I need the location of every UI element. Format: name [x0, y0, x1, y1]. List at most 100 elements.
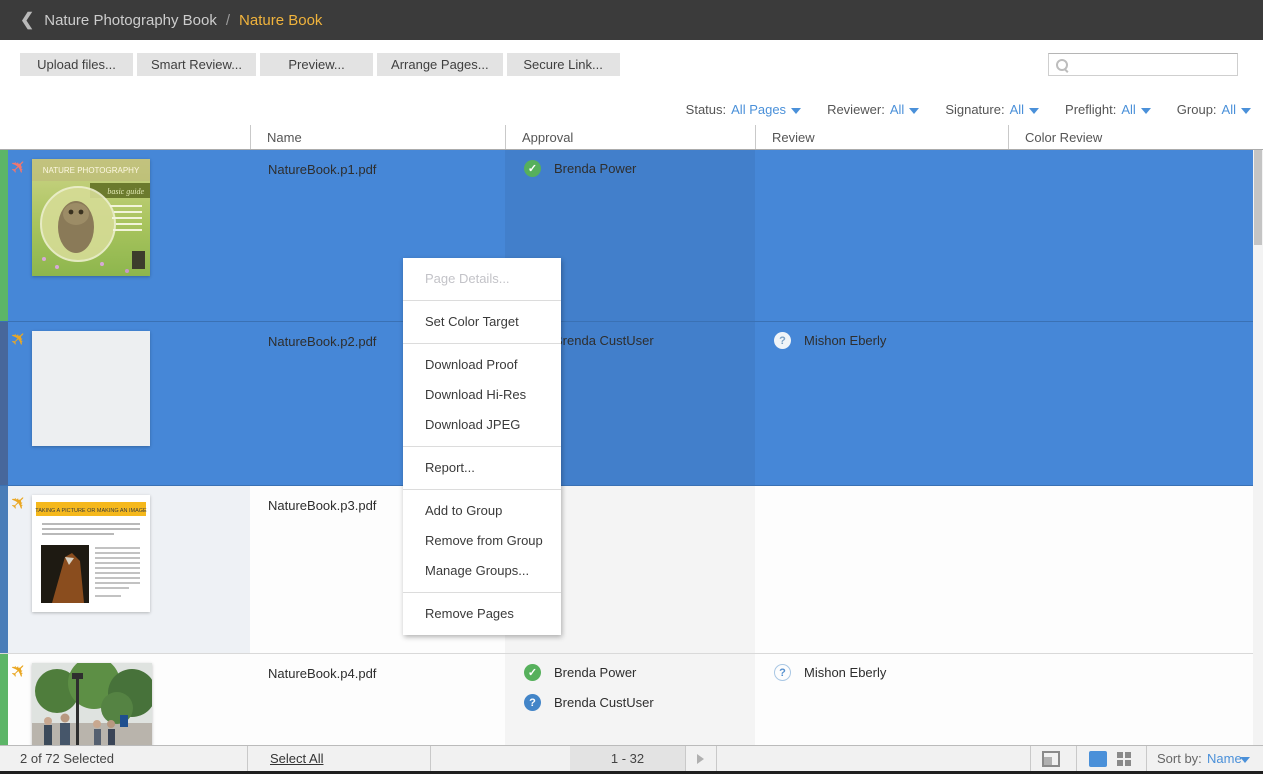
selection-count: 2 of 72 Selected	[20, 751, 114, 766]
footer-divider	[247, 746, 248, 771]
svg-text:TAKING A PICTURE OR MAKING AN: TAKING A PICTURE OR MAKING AN IMAGE	[35, 508, 147, 514]
vertical-scrollbar[interactable]	[1253, 150, 1263, 745]
filter-bar: Status: All Pages Reviewer: All Signatur…	[686, 102, 1251, 117]
filter-status-label: Status:	[686, 102, 726, 117]
approved-check-icon: ✓	[524, 664, 541, 681]
filter-reviewer[interactable]: Reviewer: All	[827, 102, 919, 117]
table-header: Name Approval Review Color Review	[0, 125, 1263, 150]
breadcrumb-parent[interactable]: Nature Photography Book	[44, 12, 217, 29]
filter-group-label: Group:	[1177, 102, 1217, 117]
select-all-link[interactable]: Select All	[270, 751, 323, 766]
pushed-plane-icon: ✈	[6, 658, 33, 685]
approved-check-icon: ✓	[524, 160, 541, 177]
thumbnail-cell: ✈ TAKING A PICTURE OR MAKING AN IMAGE	[0, 486, 250, 653]
menu-item-report[interactable]: Report...	[403, 453, 561, 483]
reviewer-name: Mishon Eberly	[804, 665, 886, 680]
color-review-cell	[1008, 486, 1253, 653]
list-view-icon[interactable]	[1089, 751, 1107, 767]
question-outline-icon: ?	[774, 664, 791, 681]
menu-group: Add to Group Remove from Group Manage Gr…	[403, 490, 561, 592]
menu-item-download-hires[interactable]: Download Hi-Res	[403, 380, 561, 410]
page-name: NatureBook.p3.pdf	[268, 498, 376, 513]
approval-entry: ? Brenda CustUser	[505, 694, 755, 711]
chevron-down-icon	[791, 108, 801, 114]
menu-item-remove-from-group[interactable]: Remove from Group	[403, 526, 561, 556]
footer-divider	[716, 746, 717, 771]
menu-item-download-jpeg[interactable]: Download JPEG	[403, 410, 561, 440]
next-page-arrow-icon[interactable]	[697, 754, 704, 764]
grid-view-icon[interactable]	[1117, 752, 1131, 766]
color-review-cell	[1008, 150, 1253, 321]
footer-divider	[1146, 746, 1147, 771]
back-chevron-icon[interactable]: ❮	[20, 10, 34, 30]
table-row[interactable]: ✈ NATURE PHOTOGRAPHY basic guide	[0, 150, 1253, 322]
footer-divider	[1076, 746, 1077, 771]
reviewer-name: Brenda CustUser	[554, 333, 654, 348]
menu-group: Set Color Target	[403, 301, 561, 343]
approval-entry: ✓ Brenda Power	[505, 664, 755, 681]
column-header-approval[interactable]: Approval	[505, 125, 755, 149]
sort-by-value[interactable]: Name	[1207, 751, 1242, 766]
thumbnail-cell: ✈	[0, 322, 250, 485]
menu-item-set-color-target[interactable]: Set Color Target	[403, 307, 561, 337]
menu-item-add-to-group[interactable]: Add to Group	[403, 496, 561, 526]
insite-job-page: ❮ Nature Photography Book / Nature Book …	[0, 0, 1263, 774]
table-row[interactable]: ✈ NatureBook.p4.pdf	[0, 654, 1253, 745]
preview-panel-icon[interactable]	[1042, 751, 1060, 767]
page-thumbnail[interactable]	[32, 663, 152, 745]
page-thumbnail[interactable]: TAKING A PICTURE OR MAKING AN IMAGE	[32, 495, 150, 612]
question-icon: ?	[774, 332, 791, 349]
page-thumbnail[interactable]: NATURE PHOTOGRAPHY basic guide	[32, 159, 150, 276]
filter-group-value: All	[1222, 102, 1236, 117]
filter-group[interactable]: Group: All	[1177, 102, 1251, 117]
footer-bar: 2 of 72 Selected Select All 1 - 32 Sort …	[0, 745, 1263, 774]
menu-group: Page Details...	[403, 258, 561, 300]
review-cell	[755, 150, 1008, 321]
chevron-down-icon	[1241, 108, 1251, 114]
grid-square	[1125, 760, 1131, 766]
review-entry: ? Mishon Eberly	[755, 664, 1008, 681]
filter-signature[interactable]: Signature: All	[945, 102, 1039, 117]
page-thumbnail[interactable]	[32, 331, 150, 446]
filter-status[interactable]: Status: All Pages	[686, 102, 801, 117]
review-entry: ? Mishon Eberly	[755, 332, 1008, 349]
table-row[interactable]: ✈ TAKING A PICTURE OR MAKING AN IMAGE	[0, 486, 1253, 654]
sort-chevron-down-icon[interactable]	[1240, 757, 1250, 763]
filter-preflight[interactable]: Preflight: All	[1065, 102, 1151, 117]
arrange-pages-button[interactable]: Arrange Pages...	[377, 53, 503, 76]
page-name: NatureBook.p4.pdf	[268, 666, 376, 681]
column-header-thumbnail	[0, 125, 250, 149]
toolbar: Upload files... Smart Review... Preview.…	[0, 40, 1263, 125]
column-header-review[interactable]: Review	[755, 125, 1008, 149]
color-review-cell	[1008, 322, 1253, 485]
breadcrumb-current: Nature Book	[239, 12, 322, 29]
svg-text:NATURE PHOTOGRAPHY: NATURE PHOTOGRAPHY	[43, 166, 140, 175]
review-cell: ? Mishon Eberly	[755, 322, 1008, 485]
pushed-plane-icon: ✈	[6, 154, 33, 181]
menu-item-download-proof[interactable]: Download Proof	[403, 350, 561, 380]
smart-review-button[interactable]: Smart Review...	[137, 53, 256, 76]
approval-cell: ✓ Brenda Power ? Brenda CustUser	[505, 654, 755, 745]
top-header-bar: ❮ Nature Photography Book / Nature Book	[0, 0, 1263, 40]
pushed-plane-icon: ✈	[6, 490, 33, 517]
search-input[interactable]	[1055, 54, 1243, 75]
preview-button[interactable]: Preview...	[260, 53, 373, 76]
table-row[interactable]: ✈ NatureBook.p2.pdf ? Brenda CustUser ? …	[0, 322, 1253, 486]
approval-entry: ✓ Brenda Power	[505, 160, 755, 177]
secure-link-button[interactable]: Secure Link...	[507, 53, 620, 76]
pushed-plane-icon: ✈	[6, 326, 33, 353]
upload-files-button[interactable]: Upload files...	[20, 53, 133, 76]
reviewer-name: Mishon Eberly	[804, 333, 886, 348]
menu-item-manage-groups[interactable]: Manage Groups...	[403, 556, 561, 586]
toolbar-buttons: Upload files... Smart Review... Preview.…	[20, 53, 620, 76]
column-header-name[interactable]: Name	[250, 125, 505, 149]
footer-divider	[430, 746, 431, 771]
column-header-color-review[interactable]: Color Review	[1008, 125, 1263, 149]
menu-item-page-details[interactable]: Page Details...	[403, 264, 561, 294]
footer-divider	[1030, 746, 1031, 771]
reviewer-name: Brenda CustUser	[554, 695, 654, 710]
scrollbar-thumb[interactable]	[1254, 150, 1262, 245]
menu-group: Report...	[403, 447, 561, 489]
menu-item-remove-pages[interactable]: Remove Pages	[403, 599, 561, 629]
chevron-down-icon	[909, 108, 919, 114]
